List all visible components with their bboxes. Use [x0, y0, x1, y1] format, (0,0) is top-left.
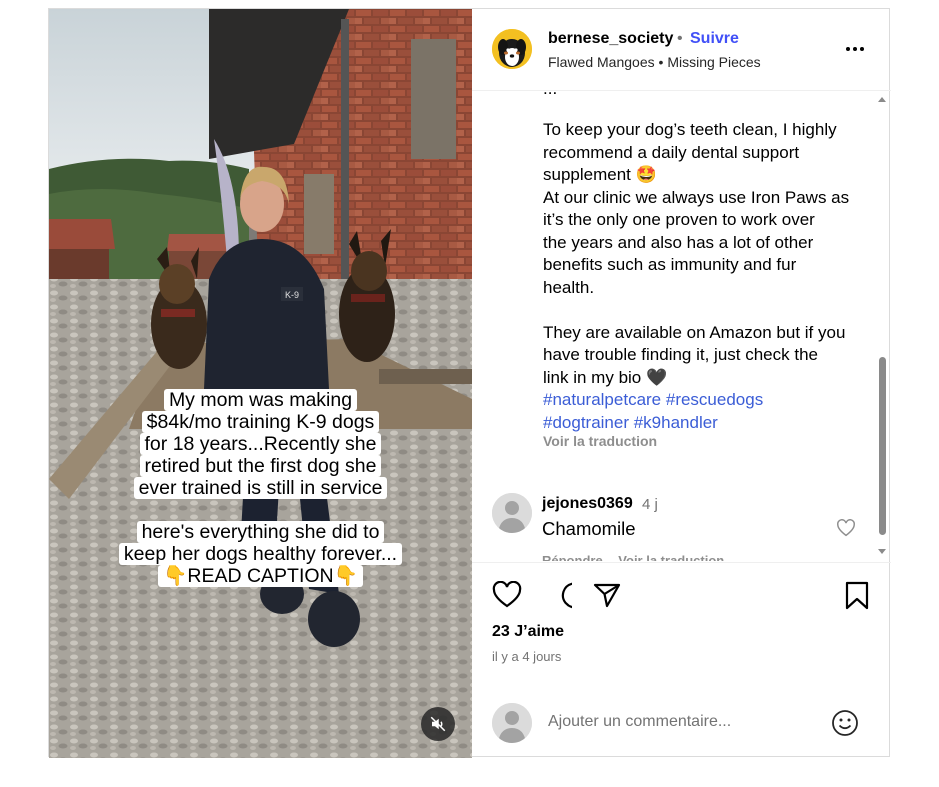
overlay-line: My mom was making [163, 389, 358, 411]
overlay-line: for 18 years...Recently she [139, 433, 382, 455]
caption-line: health. [543, 277, 595, 297]
caption-line: supplement 🤩 [543, 165, 657, 184]
header-separator: • [677, 30, 683, 47]
heart-icon [492, 580, 522, 608]
post-caption: To keep your dog’s teeth clean, I highly… [543, 119, 863, 434]
audio-artist: Flawed Mangoes [548, 54, 655, 70]
caption-line: benefits such as immunity and fur [543, 255, 797, 274]
more-dot-icon [853, 47, 857, 51]
caption-line: link in my bio 🖤 [543, 367, 668, 387]
scrollbar-thumb[interactable] [879, 357, 886, 535]
audio-title: Missing Pieces [667, 54, 761, 70]
caption-line: have trouble finding it, just check the [543, 345, 818, 364]
comments-scrollbar[interactable] [875, 91, 889, 561]
share-icon [593, 583, 621, 608]
emoji-smiley-icon [832, 710, 858, 736]
add-comment-input[interactable] [548, 709, 808, 735]
heart-outline-icon [837, 519, 855, 537]
save-button[interactable] [844, 581, 870, 616]
more-dot-icon [846, 47, 850, 51]
caption-line: it’s the only one proven to work over [543, 210, 815, 229]
comments-scroll-area[interactable]: ... To keep your dog’s teeth clean, I hi… [472, 91, 891, 561]
overlay-text-block-1: My mom was making $84k/mo training K-9 d… [49, 389, 472, 499]
comment-reply-button[interactable]: Répondre [542, 553, 603, 561]
default-user-icon [492, 493, 532, 533]
overlay-line: ever trained is still in service [133, 477, 388, 499]
bernese-dog-avatar-icon [492, 29, 532, 69]
overlay-line: retired but the first dog she [139, 455, 382, 477]
bookmark-icon [845, 581, 869, 610]
comment-meta: Répondre Voir la traduction [542, 553, 736, 561]
author-username[interactable]: bernese_society [548, 30, 673, 48]
speaker-muted-icon [430, 716, 446, 732]
caption-line: They are available on Amazon but if you [543, 322, 846, 342]
caption-translate-link[interactable]: Voir la traduction [543, 433, 657, 449]
caption-hashtags[interactable]: #naturalpetcare #rescuedogs [543, 389, 863, 412]
scroll-down-arrow-icon[interactable] [878, 549, 886, 554]
audio-separator: • [658, 54, 664, 70]
caption-hashtags[interactable]: #dogtrainer #k9handler [543, 412, 863, 435]
vest-patch-text: K-9 [285, 290, 299, 300]
audio-attribution[interactable]: Flawed Mangoes • Missing Pieces [548, 54, 761, 70]
default-user-icon [492, 703, 532, 743]
post-media[interactable]: K-9 My mom was making $84k/mo training K… [49, 9, 472, 758]
post-date: il y a 4 jours [492, 649, 562, 664]
post-header: bernese_society • Suivre Flawed Mangoes … [472, 9, 891, 91]
more-dot-icon [860, 47, 864, 51]
post-side-panel: bernese_society • Suivre Flawed Mangoes … [472, 9, 891, 758]
more-options-button[interactable] [840, 39, 870, 59]
like-button[interactable] [492, 580, 522, 614]
overlay-line: keep her dogs healthy forever... [118, 543, 403, 565]
overlay-line: 👇READ CAPTION👇 [158, 565, 363, 587]
post-container: K-9 My mom was making $84k/mo training K… [48, 8, 891, 758]
add-comment-bar [472, 681, 891, 758]
comment-time: 4 j [642, 496, 658, 513]
caption-partial-line: ... [543, 91, 557, 99]
comment-text: Chamomile [542, 518, 636, 539]
comment-icon [561, 582, 589, 609]
emoji-button[interactable] [831, 709, 859, 742]
follow-button[interactable]: Suivre [690, 30, 739, 48]
comment-username[interactable]: jejones0369 [542, 495, 633, 513]
mute-button[interactable] [421, 707, 455, 741]
current-user-avatar [492, 703, 532, 743]
share-button[interactable] [592, 581, 622, 614]
comment-button[interactable] [542, 581, 589, 616]
video-frame: K-9 [49, 9, 472, 758]
caption-line: recommend a daily dental support [543, 142, 800, 162]
commenter-avatar[interactable] [492, 493, 532, 533]
comment-like-button[interactable] [836, 519, 856, 542]
scroll-up-arrow-icon[interactable] [878, 97, 886, 102]
caption-line: To keep your dog’s teeth clean, I highly [543, 120, 837, 139]
overlay-line: $84k/mo training K-9 dogs [141, 411, 380, 433]
author-avatar[interactable] [492, 29, 532, 69]
caption-line: the years and also has a lot of other [543, 232, 814, 252]
caption-line: At our clinic we always use Iron Paws as [543, 187, 850, 207]
overlay-text-block-2: here's everything she did to keep her do… [49, 521, 472, 587]
likes-count[interactable]: 23 J’aime [492, 623, 564, 641]
post-actions-bar [472, 562, 891, 616]
overlay-line: here's everything she did to [136, 521, 385, 543]
comment-translate-link[interactable]: Voir la traduction [618, 553, 724, 561]
